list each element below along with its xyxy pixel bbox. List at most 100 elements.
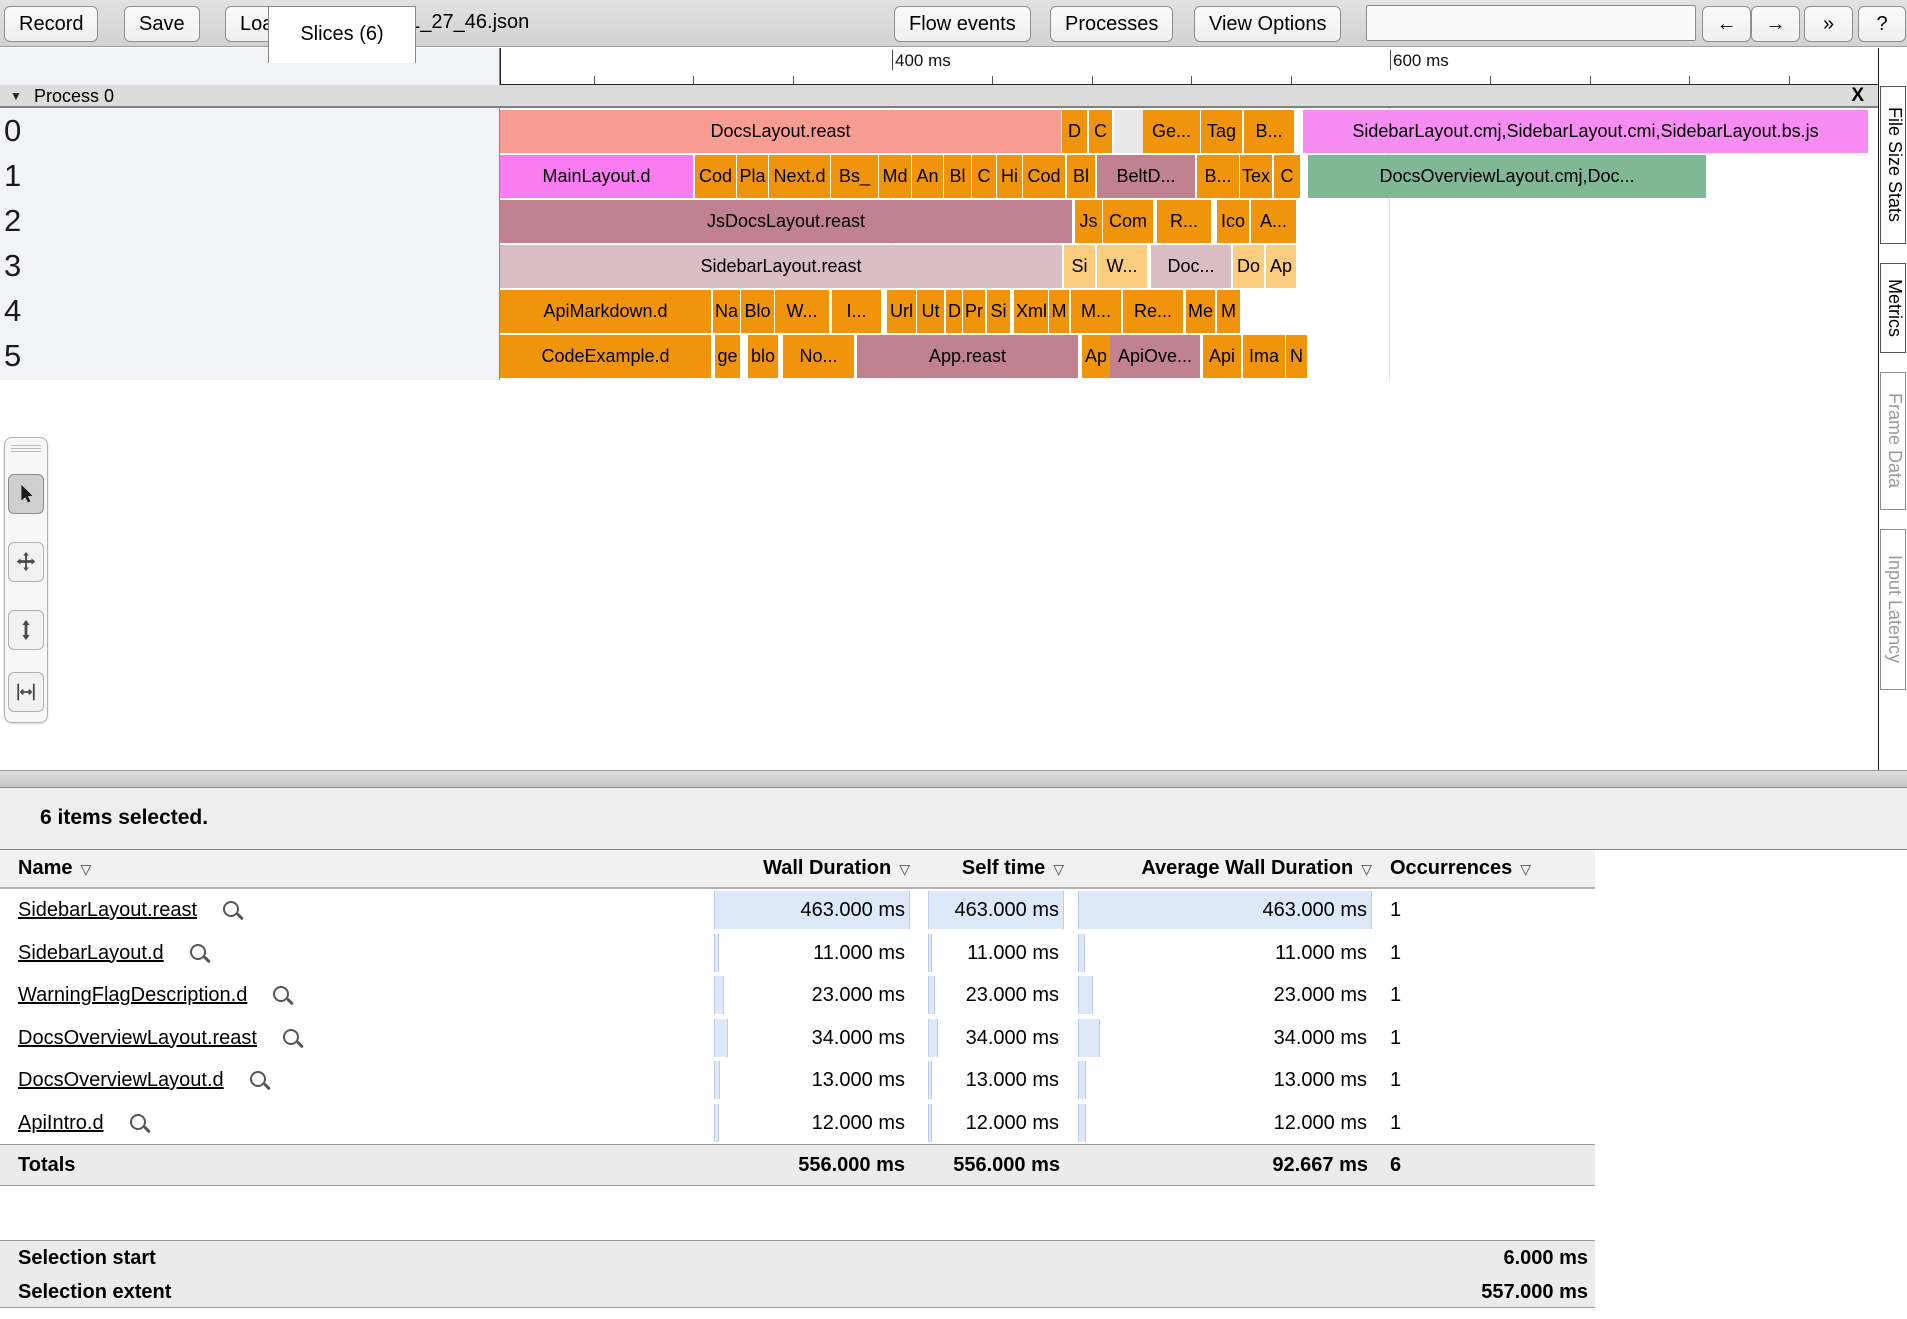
trace-slice[interactable]: W... [775,290,829,333]
side-tab-frame-data[interactable]: Frame Data [1880,372,1906,510]
pan-tool-button[interactable] [8,542,44,582]
trace-slice[interactable] [1114,110,1143,153]
trace-slice[interactable]: SidebarLayout.cmj,SidebarLayout.cmi,Side… [1303,110,1868,153]
trace-slice[interactable]: Si [1064,245,1095,288]
overflow-menu-button[interactable]: » [1804,6,1853,42]
trace-slice[interactable]: Re... [1123,290,1183,333]
trace-slice[interactable]: ge [715,335,740,378]
find-next-button[interactable]: → [1751,6,1800,42]
trace-slice[interactable]: Ge... [1143,110,1200,153]
trace-slice[interactable]: Url [887,290,916,333]
save-button[interactable]: Save [124,6,200,42]
magnifier-icon[interactable] [223,901,239,917]
column-header-wall-duration[interactable]: Wall Duration▽ [714,850,910,888]
magnifier-icon[interactable] [273,986,289,1002]
trace-slice[interactable]: Ut [917,290,944,333]
column-header-self-time[interactable]: Self time▽ [928,850,1064,888]
trace-slice[interactable]: B... [1244,110,1294,153]
record-button[interactable]: Record [4,6,98,42]
trace-slice[interactable]: B... [1197,155,1239,198]
side-tab-input-latency[interactable]: Input Latency [1880,529,1906,690]
magnifier-icon[interactable] [250,1071,266,1087]
trace-slice[interactable]: Tag [1201,110,1242,153]
trace-slice[interactable]: DocsLayout.reast [500,110,1061,153]
slice-name-link[interactable]: SidebarLayout.d [18,942,164,964]
side-tab-file-size-stats[interactable]: File Size Stats [1880,86,1906,244]
find-previous-button[interactable]: ← [1702,6,1751,42]
trace-slice[interactable]: Tex [1240,155,1272,198]
magnifier-icon[interactable] [190,944,206,960]
side-tab-metrics[interactable]: Metrics [1880,263,1906,353]
trace-slice[interactable]: Ap [1082,335,1110,378]
selection-tool-button[interactable] [8,474,44,514]
trace-slice[interactable]: Xml [1014,290,1048,333]
trace-slice[interactable]: MainLayout.d [500,155,693,198]
trace-slice[interactable]: Com [1103,200,1153,243]
trace-slice[interactable]: Api [1203,335,1241,378]
trace-slice[interactable]: SidebarLayout.reast [500,245,1062,288]
slice-name-link[interactable]: DocsOverviewLayout.d [18,1069,224,1091]
trace-slice[interactable]: Ico [1217,200,1249,243]
trace-slice[interactable]: M [1217,290,1240,333]
trace-slice[interactable]: Cod [695,155,736,198]
slice-name-link[interactable]: ApiIntro.d [18,1112,104,1134]
trace-slice[interactable]: M [1049,290,1069,333]
trace-slice[interactable]: No... [783,335,854,378]
help-button[interactable]: ? [1858,6,1906,42]
trace-slice[interactable]: Js [1075,200,1102,243]
search-input[interactable] [1366,5,1696,41]
trace-slice[interactable]: ApiOve... [1110,335,1200,378]
trace-slice[interactable]: Si [987,290,1010,333]
trace-slice[interactable]: An [912,155,943,198]
trace-slice[interactable]: C [1274,155,1300,198]
trace-slice[interactable]: Pr [963,290,985,333]
trace-slice[interactable]: Do [1233,245,1264,288]
trace-slice[interactable]: BeltD... [1097,155,1195,198]
trace-slice[interactable]: Na [713,290,740,333]
process-header[interactable]: ▼ Process 0 X [0,85,1878,108]
magnifier-icon[interactable] [283,1029,299,1045]
collapse-triangle-icon[interactable]: ▼ [10,85,22,107]
trace-slice[interactable]: Ap [1266,245,1296,288]
close-process-button[interactable]: X [1851,85,1864,107]
trace-slice[interactable]: A... [1251,200,1296,243]
processes-button[interactable]: Processes [1050,6,1173,42]
trace-slice[interactable]: Doc... [1151,245,1231,288]
column-header-occurrences[interactable]: Occurrences▽ [1390,850,1531,888]
slice-name-link[interactable]: DocsOverviewLayout.reast [18,1027,257,1049]
trace-slice[interactable]: Hi [997,155,1022,198]
magnifier-icon[interactable] [130,1114,146,1130]
trace-slice[interactable]: DocsOverviewLayout.cmj,Doc... [1308,155,1706,198]
zoom-tool-button[interactable] [8,610,44,650]
trace-slice[interactable]: D [946,290,962,333]
column-header-name[interactable]: Name▽ [18,850,91,888]
trace-slice[interactable]: M... [1071,290,1121,333]
trace-slice[interactable]: CodeExample.d [500,335,711,378]
flow-events-button[interactable]: Flow events [894,6,1031,42]
trace-slice[interactable]: Next.d [769,155,830,198]
trace-slice[interactable]: Bs_ [831,155,878,198]
timing-tool-button[interactable] [8,672,44,712]
trace-slice[interactable]: Bl [1067,155,1095,198]
trace-slice[interactable]: Cod [1023,155,1065,198]
trace-slice[interactable]: App.reast [857,335,1078,378]
trace-slice[interactable]: Ima [1243,335,1285,378]
timeline-ruler[interactable]: 400 ms600 ms [500,48,1878,85]
column-header-average-wall-duration[interactable]: Average Wall Duration▽ [1078,850,1372,888]
tab-slices[interactable]: Slices (6) [268,6,416,63]
palette-drag-handle[interactable] [11,443,41,452]
trace-slice[interactable]: Bl [944,155,971,198]
trace-slice[interactable]: JsDocsLayout.reast [500,200,1072,243]
trace-slice[interactable]: C [972,155,996,198]
trace-slice[interactable]: Blo [741,290,774,333]
trace-slice[interactable]: N [1286,335,1307,378]
trace-slice[interactable]: Me [1186,290,1215,333]
trace-slice[interactable]: D [1062,110,1087,153]
trace-slice[interactable]: W... [1097,245,1147,288]
trace-slice[interactable]: R... [1157,200,1211,243]
slice-name-link[interactable]: WarningFlagDescription.d [18,984,247,1006]
flame-chart[interactable]: DocsLayout.reastDCGe...TagB...SidebarLay… [500,108,1878,380]
trace-slice[interactable]: Md [879,155,911,198]
trace-slice[interactable]: Pla [737,155,768,198]
trace-slice[interactable]: ApiMarkdown.d [500,290,711,333]
